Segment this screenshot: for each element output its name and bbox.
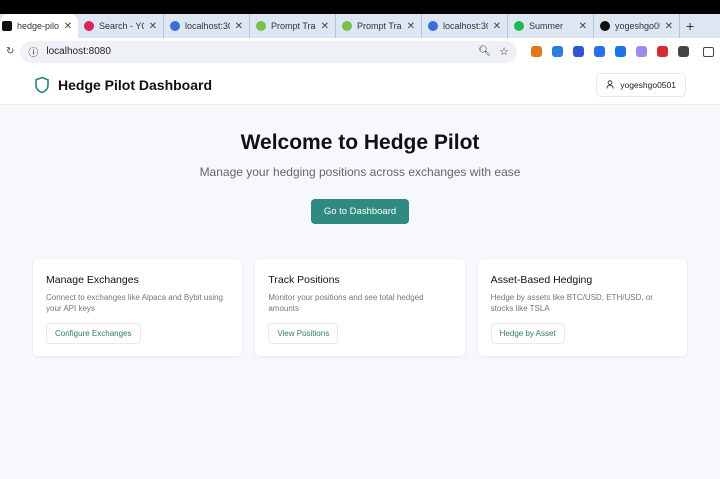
tab-title: localhost:30 (443, 21, 488, 31)
hero-subtitle: Manage your hedging positions across exc… (199, 165, 521, 179)
browser-tab[interactable]: Search - YO ✕ (78, 14, 164, 38)
close-tab-icon[interactable]: ✕ (493, 21, 501, 32)
close-tab-icon[interactable]: ✕ (665, 21, 673, 32)
new-tab-button[interactable]: + (680, 18, 700, 34)
close-tab-icon[interactable]: ✕ (321, 21, 329, 32)
browser-tab[interactable]: Prompt Trad ✕ (336, 14, 422, 38)
reload-icon[interactable]: ↻ (6, 46, 14, 57)
tab-title: hedge-pilot- (17, 21, 59, 31)
hero-title: Welcome to Hedge Pilot (240, 131, 480, 154)
card-title: Asset-Based Hedging (490, 274, 593, 286)
chart-icon (256, 21, 266, 31)
globe-icon (170, 21, 180, 31)
site-info-icon[interactable]: ⓘ (28, 44, 38, 59)
extension-icon[interactable] (657, 46, 668, 57)
browser-tab[interactable]: Prompt Trad ✕ (250, 14, 336, 38)
card-title: Manage Exchanges (46, 274, 139, 286)
tab-title: Prompt Trad (357, 21, 402, 31)
browser-tab[interactable]: hedge-pilot- ✕ (0, 14, 78, 38)
tab-title: Summer (529, 21, 564, 31)
card-description: Hedge by assets like BTC/USD, ETH/USD, o… (490, 293, 653, 314)
close-tab-icon[interactable]: ✕ (579, 21, 587, 32)
card-title: Track Positions (268, 274, 340, 286)
browser-tab[interactable]: yogeshgo05 ✕ (594, 14, 680, 38)
tab-title: Search - YO (99, 21, 144, 31)
extensions-area (523, 46, 697, 57)
side-panel-icon[interactable] (703, 46, 714, 57)
brand[interactable]: Hedge Pilot Dashboard (34, 76, 212, 94)
go-to-dashboard-button[interactable]: Go to Dashboard (310, 199, 410, 224)
close-tab-icon[interactable]: ✕ (64, 21, 72, 32)
slack-icon (84, 21, 94, 31)
extension-icon[interactable] (636, 46, 647, 57)
user-icon (606, 80, 614, 89)
extension-icon[interactable] (678, 46, 689, 57)
browser-toolbar: ↻ ⓘ localhost:8080 🔍︎ ☆ (0, 38, 720, 65)
address-bar[interactable]: ⓘ localhost:8080 🔍︎ ☆ (20, 40, 517, 63)
card-description: Connect to exchanges like Alpaca and Byb… (46, 293, 224, 314)
app-title: Hedge Pilot Dashboard (58, 76, 213, 93)
extension-icon[interactable] (531, 46, 542, 57)
url-text[interactable]: localhost:8080 (46, 46, 470, 57)
globe-icon (428, 21, 438, 31)
spotify-icon (514, 21, 524, 31)
chart-icon (342, 21, 352, 31)
zoom-icon[interactable]: 🔍︎ (478, 46, 491, 57)
extension-icon[interactable] (573, 46, 584, 57)
bookmark-star-icon[interactable]: ☆ (499, 45, 509, 58)
view-positions-button[interactable]: View Positions (268, 323, 339, 344)
shield-icon (35, 76, 49, 93)
card-track-positions: Track Positions Monitor your positions a… (255, 259, 465, 356)
card-description: Monitor your positions and see total hed… (268, 293, 424, 314)
card-manage-exchanges: Manage Exchanges Connect to exchanges li… (33, 259, 243, 356)
window-top-bar (0, 0, 720, 14)
close-tab-icon[interactable]: ✕ (407, 21, 415, 32)
card-asset-based-hedging: Asset-Based Hedging Hedge by assets like… (477, 259, 687, 356)
extension-icon[interactable] (594, 46, 605, 57)
hero: Welcome to Hedge Pilot Manage your hedgi… (0, 105, 720, 224)
browser-tab[interactable]: localhost:30 ✕ (422, 14, 508, 38)
tab-title: localhost:30 (185, 21, 230, 31)
shield-icon (2, 21, 12, 31)
user-menu-button[interactable]: yogeshgo0501 (596, 72, 686, 97)
tab-title: Prompt Trad (271, 21, 316, 31)
app-header: Hedge Pilot Dashboard yogeshgo0501 (0, 65, 720, 105)
extension-icon[interactable] (552, 46, 563, 57)
configure-exchanges-button[interactable]: Configure Exchanges (46, 323, 141, 344)
hedge-by-asset-button[interactable]: Hedge by Asset (490, 323, 565, 344)
browser-tab[interactable]: localhost:30 ✕ (164, 14, 250, 38)
feature-cards: Manage Exchanges Connect to exchanges li… (0, 259, 720, 356)
tab-strip: hedge-pilot-✕Search - YO✕localhost:30✕Pr… (0, 14, 720, 38)
browser-tab[interactable]: Summer ✕ (508, 14, 594, 38)
close-tab-icon[interactable]: ✕ (149, 21, 157, 32)
tab-title: yogeshgo05 (615, 21, 660, 31)
username: yogeshgo0501 (620, 79, 676, 90)
close-tab-icon[interactable]: ✕ (235, 21, 243, 32)
extension-icon[interactable] (615, 46, 626, 57)
github-icon (600, 21, 610, 31)
